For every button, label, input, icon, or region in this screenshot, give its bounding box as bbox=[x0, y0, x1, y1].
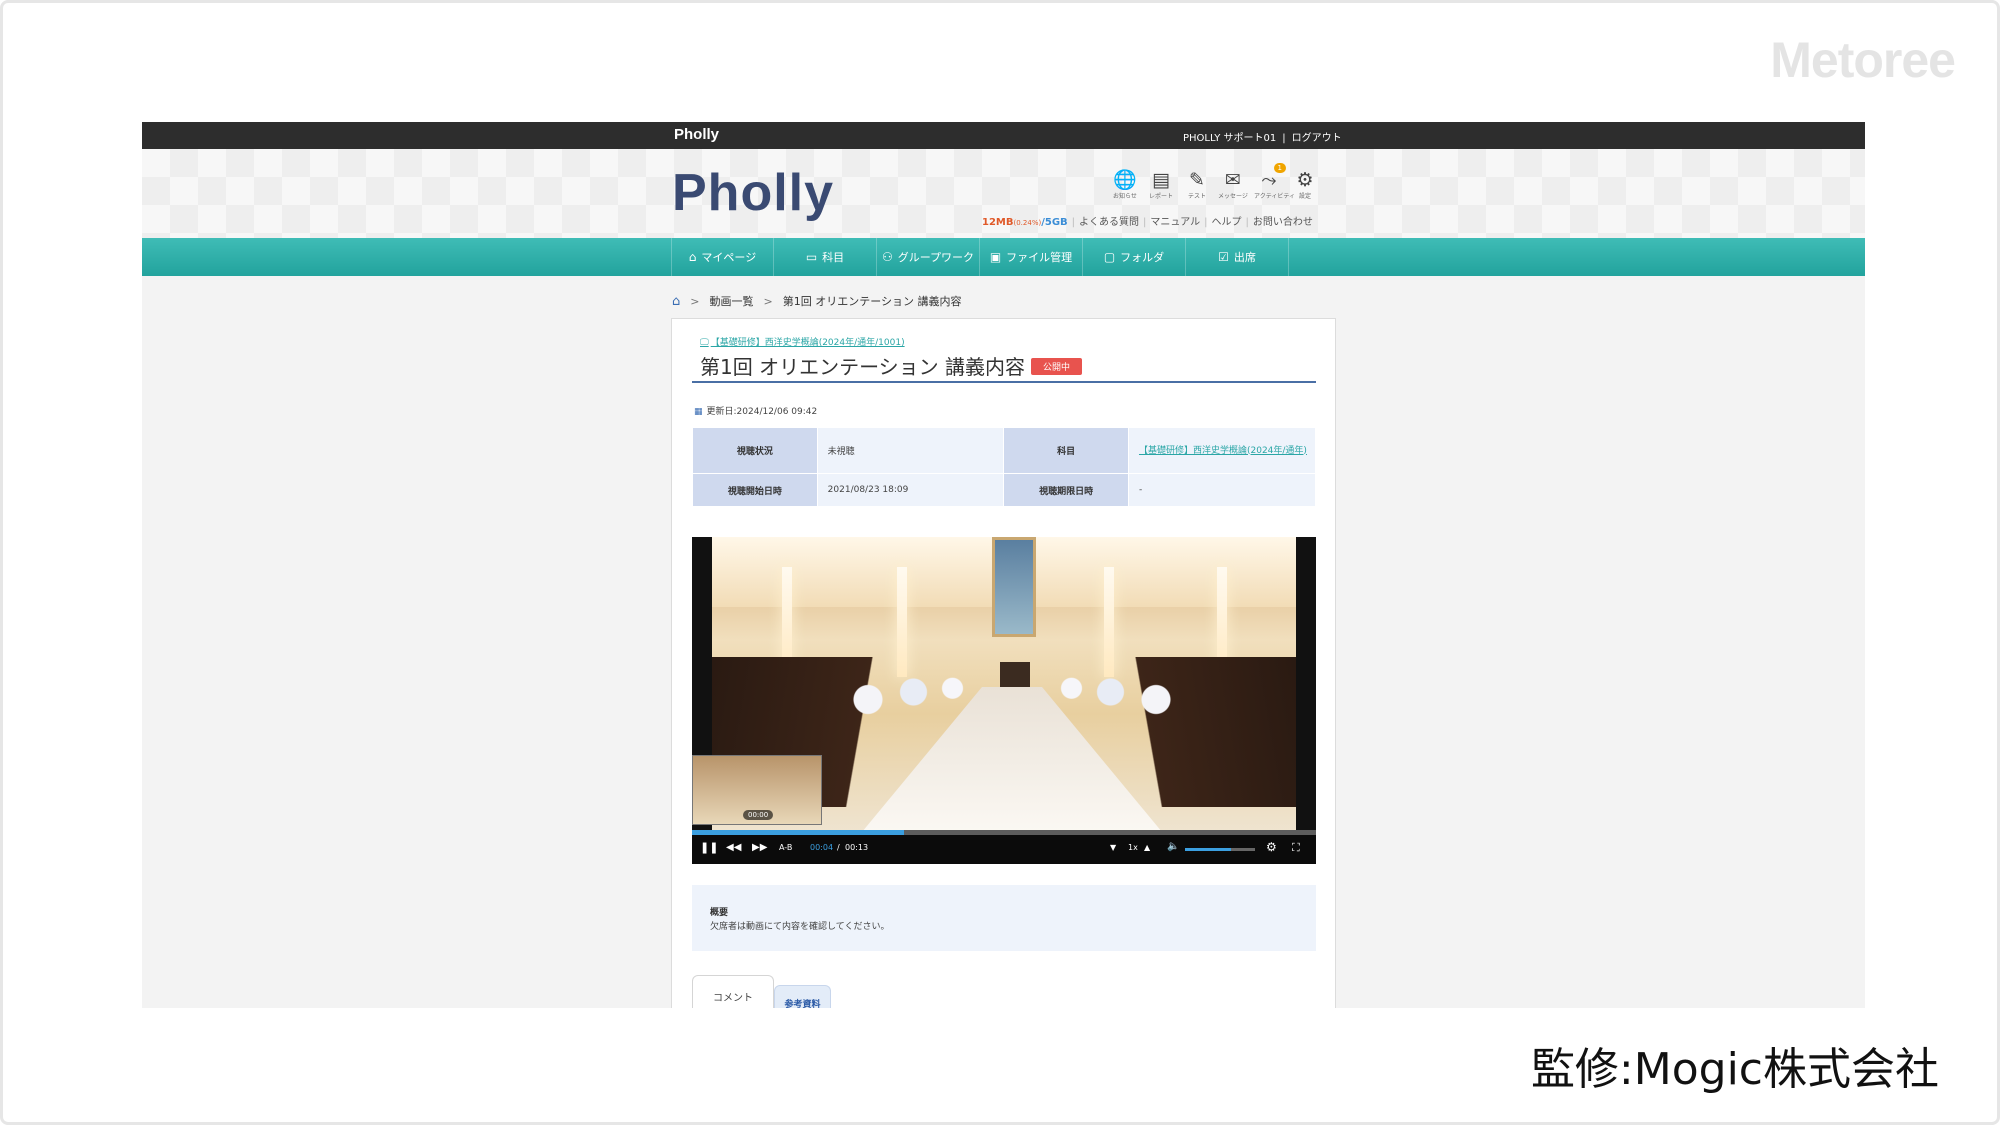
subject-value-link[interactable]: 【基礎研修】西洋史学概論(2024年/通年) bbox=[1139, 444, 1309, 458]
tab-comments[interactable]: コメント bbox=[692, 975, 774, 1008]
fast-forward-icon[interactable]: ▶▶ bbox=[752, 842, 767, 853]
status-badge: 公開中 bbox=[1031, 358, 1083, 375]
top-bar: Pholly PHOLLY サポート01 | ログアウト bbox=[142, 122, 1865, 149]
preview-time: 00:00 bbox=[743, 810, 774, 820]
speed-up-icon[interactable]: ▲ bbox=[1144, 843, 1150, 852]
breadcrumb: ⌂ > 動画一覧 > 第1回 オリエンテーション 講義内容 bbox=[672, 294, 962, 309]
nav-item-folder[interactable]: ▢ フォルダ bbox=[1083, 238, 1186, 276]
icon-label: メッセージ bbox=[1218, 193, 1248, 200]
topbar-brand: Pholly bbox=[674, 126, 720, 143]
app-screenshot: Pholly PHOLLY サポート01 | ログアウト Pholly 🌐 お知らせ … bbox=[142, 122, 1865, 1008]
calendar-icon: ▦ bbox=[694, 407, 703, 417]
contact-link[interactable]: お問い合わせ bbox=[1253, 217, 1313, 228]
slide-frame: Metoree Pholly PHOLLY サポート01 | ログアウト Pholl… bbox=[0, 0, 2000, 1125]
player-controls: ❚❚ ◀◀ ▶▶ A-B 00:04 / 00:13 ▼ 1x ▲ 🔈 ⚙ ⛶ bbox=[692, 835, 1316, 864]
start-label: 視聴開始日時 bbox=[692, 473, 818, 507]
pause-icon[interactable]: ❚❚ bbox=[700, 841, 718, 854]
home-icon: ⌂ bbox=[688, 250, 697, 264]
summary-box: 概要 欠席者は動画にて内容を確認してください。 bbox=[692, 885, 1316, 951]
current-time: 00:04 bbox=[810, 843, 834, 852]
globe-icon[interactable]: 🌐 お知らせ bbox=[1110, 169, 1140, 200]
logout-link[interactable]: ログアウト bbox=[1292, 133, 1342, 144]
topbar-user-area: PHOLLY サポート01 | ログアウト bbox=[1183, 129, 1342, 144]
pholly-logo[interactable]: Pholly bbox=[672, 163, 834, 223]
storage-quota: 12MB(0.24%)/5GB bbox=[982, 217, 1068, 228]
deadline-label: 視聴期限日時 bbox=[1003, 473, 1129, 507]
topbar-separator: | bbox=[1282, 133, 1286, 144]
activity-badge: 1 bbox=[1273, 163, 1286, 173]
volume-slider[interactable] bbox=[1185, 848, 1255, 851]
volume-icon[interactable]: 🔈 bbox=[1167, 841, 1179, 852]
main-nav: ⌂ マイページ ▭ 科目 ⚇ グループワーク ▣ ファイル管理 ▢ フォルダ ☑ 出席 bbox=[142, 238, 1865, 276]
time-separator: / bbox=[837, 843, 840, 852]
page-title: 第1回 オリエンテーション 講義内容 公開中 bbox=[700, 351, 1083, 380]
manual-link[interactable]: マニュアル bbox=[1150, 217, 1200, 228]
nav-item-subjects[interactable]: ▭ 科目 bbox=[774, 238, 877, 276]
header-sublinks: 12MB(0.24%)/5GB | よくある質問 | マニュアル | ヘルプ | お問い合わせ bbox=[982, 217, 1313, 228]
breadcrumb-current: 第1回 オリエンテーション 講義内容 bbox=[782, 295, 962, 308]
nav-item-files[interactable]: ▣ ファイル管理 bbox=[980, 238, 1083, 276]
watch-status-label: 視聴状況 bbox=[692, 427, 818, 474]
updated-date: ▦ 更新日:2024/12/06 09:42 bbox=[694, 407, 818, 417]
gear-icon[interactable]: ⚙ 設定 bbox=[1290, 169, 1320, 200]
icon-label: テスト bbox=[1187, 193, 1206, 200]
mail-icon[interactable]: ✉ メッセージ bbox=[1218, 169, 1248, 200]
tab-references[interactable]: 参考資料 bbox=[774, 985, 831, 1008]
nav-item-mypage[interactable]: ⌂ マイページ bbox=[671, 238, 774, 276]
speed-value: 1x bbox=[1128, 843, 1138, 852]
activity-icon[interactable]: ⤳ 1 アクティビティ bbox=[1254, 163, 1295, 200]
ab-repeat-button[interactable]: A-B bbox=[779, 843, 792, 852]
help-link[interactable]: ヘルプ bbox=[1211, 217, 1241, 228]
start-value: 2021/08/23 18:09 bbox=[816, 473, 1005, 507]
files-icon: ▣ bbox=[989, 250, 1002, 264]
monitor-icon: ▭ bbox=[805, 250, 818, 264]
content-card: 🖵 【基礎研修】西洋史学概論(2024年/通年/1001) 第1回 オリエンテーシ… bbox=[671, 318, 1336, 1008]
summary-heading: 概要 bbox=[710, 908, 729, 918]
stained-glass-window bbox=[992, 537, 1036, 637]
test-icon[interactable]: ✎ テスト bbox=[1182, 169, 1212, 200]
header-icons: 🌐 お知らせ ▤ レポート ✎ テスト ✉ メッセージ ⤳ 1 アクティビティ ⚙ 設定 bbox=[1110, 163, 1320, 200]
gear-icon[interactable]: ⚙ bbox=[1266, 840, 1277, 854]
icon-label: レポート bbox=[1148, 193, 1173, 200]
report-icon[interactable]: ▤ レポート bbox=[1146, 169, 1176, 200]
faq-link[interactable]: よくある質問 bbox=[1079, 217, 1139, 228]
supervision-credit: 監修:Mogic株式会社 bbox=[1530, 1044, 1939, 1095]
monitor-icon: 🖵 bbox=[700, 338, 709, 348]
icon-label: お知らせ bbox=[1113, 193, 1137, 200]
summary-text: 欠席者は動画にて内容を確認してください。 bbox=[710, 922, 890, 932]
folder-icon: ▢ bbox=[1103, 250, 1116, 264]
icon-label: アクティビティ bbox=[1254, 193, 1295, 200]
subject-link[interactable]: 🖵 【基礎研修】西洋史学概論(2024年/通年/1001) bbox=[700, 335, 905, 348]
volume-fill bbox=[1185, 848, 1231, 851]
info-table: 視聴状況 未視聴 科目 【基礎研修】西洋史学概論(2024年/通年) 視聴開始日… bbox=[692, 427, 1317, 507]
deadline-value: - bbox=[1127, 473, 1317, 507]
metoree-watermark: Metoree bbox=[1770, 32, 1956, 88]
title-divider bbox=[692, 381, 1316, 383]
nav-item-groupwork[interactable]: ⚇ グループワーク bbox=[877, 238, 980, 276]
icon-label: 設定 bbox=[1298, 193, 1311, 200]
user-name-link[interactable]: PHOLLY サポート01 bbox=[1183, 133, 1276, 144]
video-player[interactable]: 00:00 ❚❚ ◀◀ ▶▶ A-B 00:04 / 00:13 ▼ 1x ▲ … bbox=[692, 537, 1316, 864]
duration: 00:13 bbox=[845, 843, 869, 852]
seek-preview-thumbnail: 00:00 bbox=[692, 755, 822, 825]
group-icon: ⚇ bbox=[881, 250, 893, 264]
watch-status-value: 未視聴 bbox=[816, 427, 1005, 474]
speed-down-icon[interactable]: ▼ bbox=[1110, 843, 1116, 852]
fullscreen-icon[interactable]: ⛶ bbox=[1292, 841, 1300, 855]
rewind-icon[interactable]: ◀◀ bbox=[726, 842, 741, 853]
breadcrumb-video-list[interactable]: 動画一覧 bbox=[709, 295, 753, 308]
nav-item-attendance[interactable]: ☑ 出席 bbox=[1186, 238, 1289, 276]
home-icon[interactable]: ⌂ bbox=[672, 294, 680, 309]
subject-label: 科目 bbox=[1003, 427, 1129, 474]
header: Pholly 🌐 お知らせ ▤ レポート ✎ テスト ✉ メッセージ ⤳ 1 アクティビティ… bbox=[142, 149, 1865, 238]
checkbox-icon: ☑ bbox=[1218, 250, 1229, 264]
